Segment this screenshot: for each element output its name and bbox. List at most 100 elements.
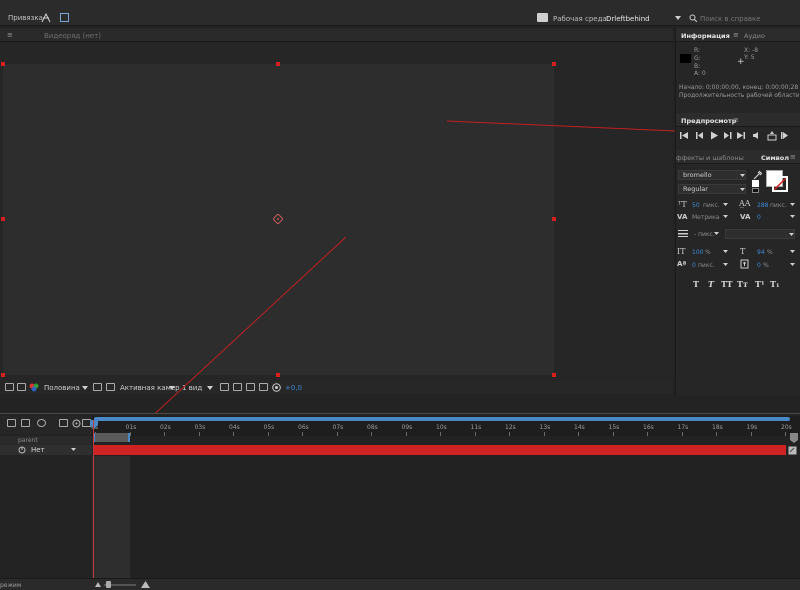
time-tick [647, 432, 648, 436]
last-frame-button[interactable] [736, 131, 745, 140]
layer-column-header: parent [0, 436, 92, 445]
time-tick-label: 16s [643, 424, 654, 431]
toggle-modes-label[interactable]: режим [0, 582, 21, 589]
comp-mini-flowchart-icon[interactable] [7, 419, 16, 427]
leading-icon: A̲A [739, 199, 751, 208]
chevron-down-icon[interactable] [790, 263, 795, 266]
current-time-indicator-icon[interactable] [90, 420, 98, 430]
tracking-value[interactable]: 0 [757, 214, 761, 221]
time-tick [681, 432, 683, 436]
hide-shy-layers-icon[interactable] [37, 419, 46, 427]
time-tick-label: 09s [401, 424, 413, 431]
parent-dropdown[interactable]: Нет [31, 446, 45, 454]
chevron-down-icon[interactable] [71, 448, 76, 451]
small-caps-button[interactable]: Tт [737, 279, 748, 289]
stroke-width-value[interactable]: - пикс. [694, 231, 715, 238]
tsume-value[interactable]: 0 [757, 262, 761, 269]
stroke-type-dropdown[interactable] [725, 229, 795, 239]
chevron-down-icon[interactable] [740, 174, 745, 177]
panel-menu-icon[interactable]: ≡ [733, 31, 739, 39]
tsume-unit: % [763, 262, 769, 269]
chevron-down-icon[interactable] [723, 250, 728, 253]
loop-icon[interactable] [767, 131, 777, 140]
zoom-in-icon[interactable] [141, 581, 150, 588]
no-color-swatch[interactable] [752, 188, 759, 193]
leading-value[interactable]: 288 [757, 202, 768, 209]
previous-frame-button[interactable] [695, 131, 704, 140]
font-style-dropdown[interactable]: Regular [678, 184, 746, 194]
horizontal-scale-value[interactable]: 94 [757, 249, 765, 256]
stroke-color-box[interactable] [772, 176, 788, 192]
tab-character[interactable]: Символ [761, 154, 789, 162]
fill-color-swatch[interactable] [752, 180, 759, 187]
motion-blur-icon[interactable] [72, 419, 81, 428]
chevron-down-icon[interactable] [723, 263, 728, 266]
comp-marker-icon[interactable] [790, 433, 798, 443]
zoom-slider-thumb[interactable] [106, 581, 111, 588]
chevron-down-icon[interactable] [723, 203, 728, 206]
vertical-scale-unit: % [705, 249, 711, 256]
frame-blending-icon[interactable] [59, 419, 68, 427]
font-size-value[interactable]: 50 [692, 202, 700, 209]
info-r: R: [694, 47, 701, 54]
chevron-down-icon[interactable] [790, 250, 795, 253]
ram-preview-button[interactable] [781, 131, 790, 140]
info-g: G: [694, 55, 701, 62]
parent-pickwhip-icon[interactable] [18, 446, 26, 454]
panel-menu-icon[interactable]: ≡ [790, 153, 796, 161]
work-area-region[interactable] [93, 433, 130, 442]
horizontal-scale-icon: T [740, 247, 746, 256]
chevron-down-icon[interactable] [790, 203, 795, 206]
panel-menu-icon[interactable]: ≡ [733, 116, 739, 124]
time-tick-label: 11s [470, 424, 482, 431]
font-size-icon: ᵀT [678, 200, 687, 209]
info-b: B: [694, 63, 701, 70]
time-tick-label: 19s [746, 424, 758, 431]
chevron-down-icon[interactable] [714, 232, 719, 235]
stroke-width-icon [678, 230, 688, 237]
draft-3d-icon[interactable] [21, 419, 30, 427]
time-tick [267, 432, 269, 436]
time-tick [164, 432, 165, 436]
font-family-dropdown[interactable]: bromello [678, 170, 746, 180]
tab-audio[interactable]: Аудио [744, 32, 765, 40]
zoom-out-icon[interactable] [95, 582, 101, 587]
tab-info[interactable]: Информация [681, 32, 730, 40]
time-tick [716, 432, 717, 436]
work-area-bar[interactable] [94, 417, 790, 421]
tsume-icon [740, 259, 749, 269]
tab-effects-presets[interactable]: ффекты и шаблоны [676, 154, 744, 162]
subscript-button[interactable]: T₁ [770, 279, 779, 289]
time-tick [474, 432, 476, 436]
chevron-down-icon[interactable] [740, 188, 745, 191]
time-tick [233, 432, 234, 436]
kerning-value[interactable]: Метрика [692, 214, 719, 221]
eyedropper-icon[interactable] [753, 170, 762, 180]
play-button[interactable] [710, 131, 719, 140]
layer-end-marker [788, 446, 797, 455]
superscript-button[interactable]: T¹ [755, 279, 764, 289]
layer-row[interactable]: Нет [0, 445, 92, 455]
chevron-down-icon[interactable] [723, 215, 728, 218]
vertical-scale-icon: IT [677, 247, 686, 256]
time-tick [750, 432, 752, 436]
chevron-down-icon[interactable] [790, 215, 795, 218]
time-tick-label: 08s [367, 424, 378, 431]
tracking-icon: VA [740, 213, 751, 221]
time-tick [785, 432, 786, 436]
mute-audio-icon[interactable] [752, 131, 761, 140]
faux-italic-button[interactable]: T [708, 279, 714, 289]
layer-duration-bar[interactable] [93, 445, 786, 455]
baseline-shift-value[interactable]: 0 [692, 262, 696, 269]
tab-preview[interactable]: Предпросмотр [681, 117, 736, 125]
empty-track-area[interactable] [92, 456, 800, 578]
chevron-down-icon[interactable] [789, 233, 794, 236]
all-caps-button[interactable]: TT [721, 279, 733, 289]
next-frame-button[interactable] [723, 131, 732, 140]
first-frame-button[interactable] [680, 131, 689, 140]
faux-bold-button[interactable]: T [693, 279, 699, 289]
playhead-line[interactable] [93, 420, 94, 578]
time-tick-label: 07s [332, 424, 344, 431]
kerning-icon: VA [677, 213, 688, 221]
vertical-scale-value[interactable]: 100 [692, 249, 703, 256]
